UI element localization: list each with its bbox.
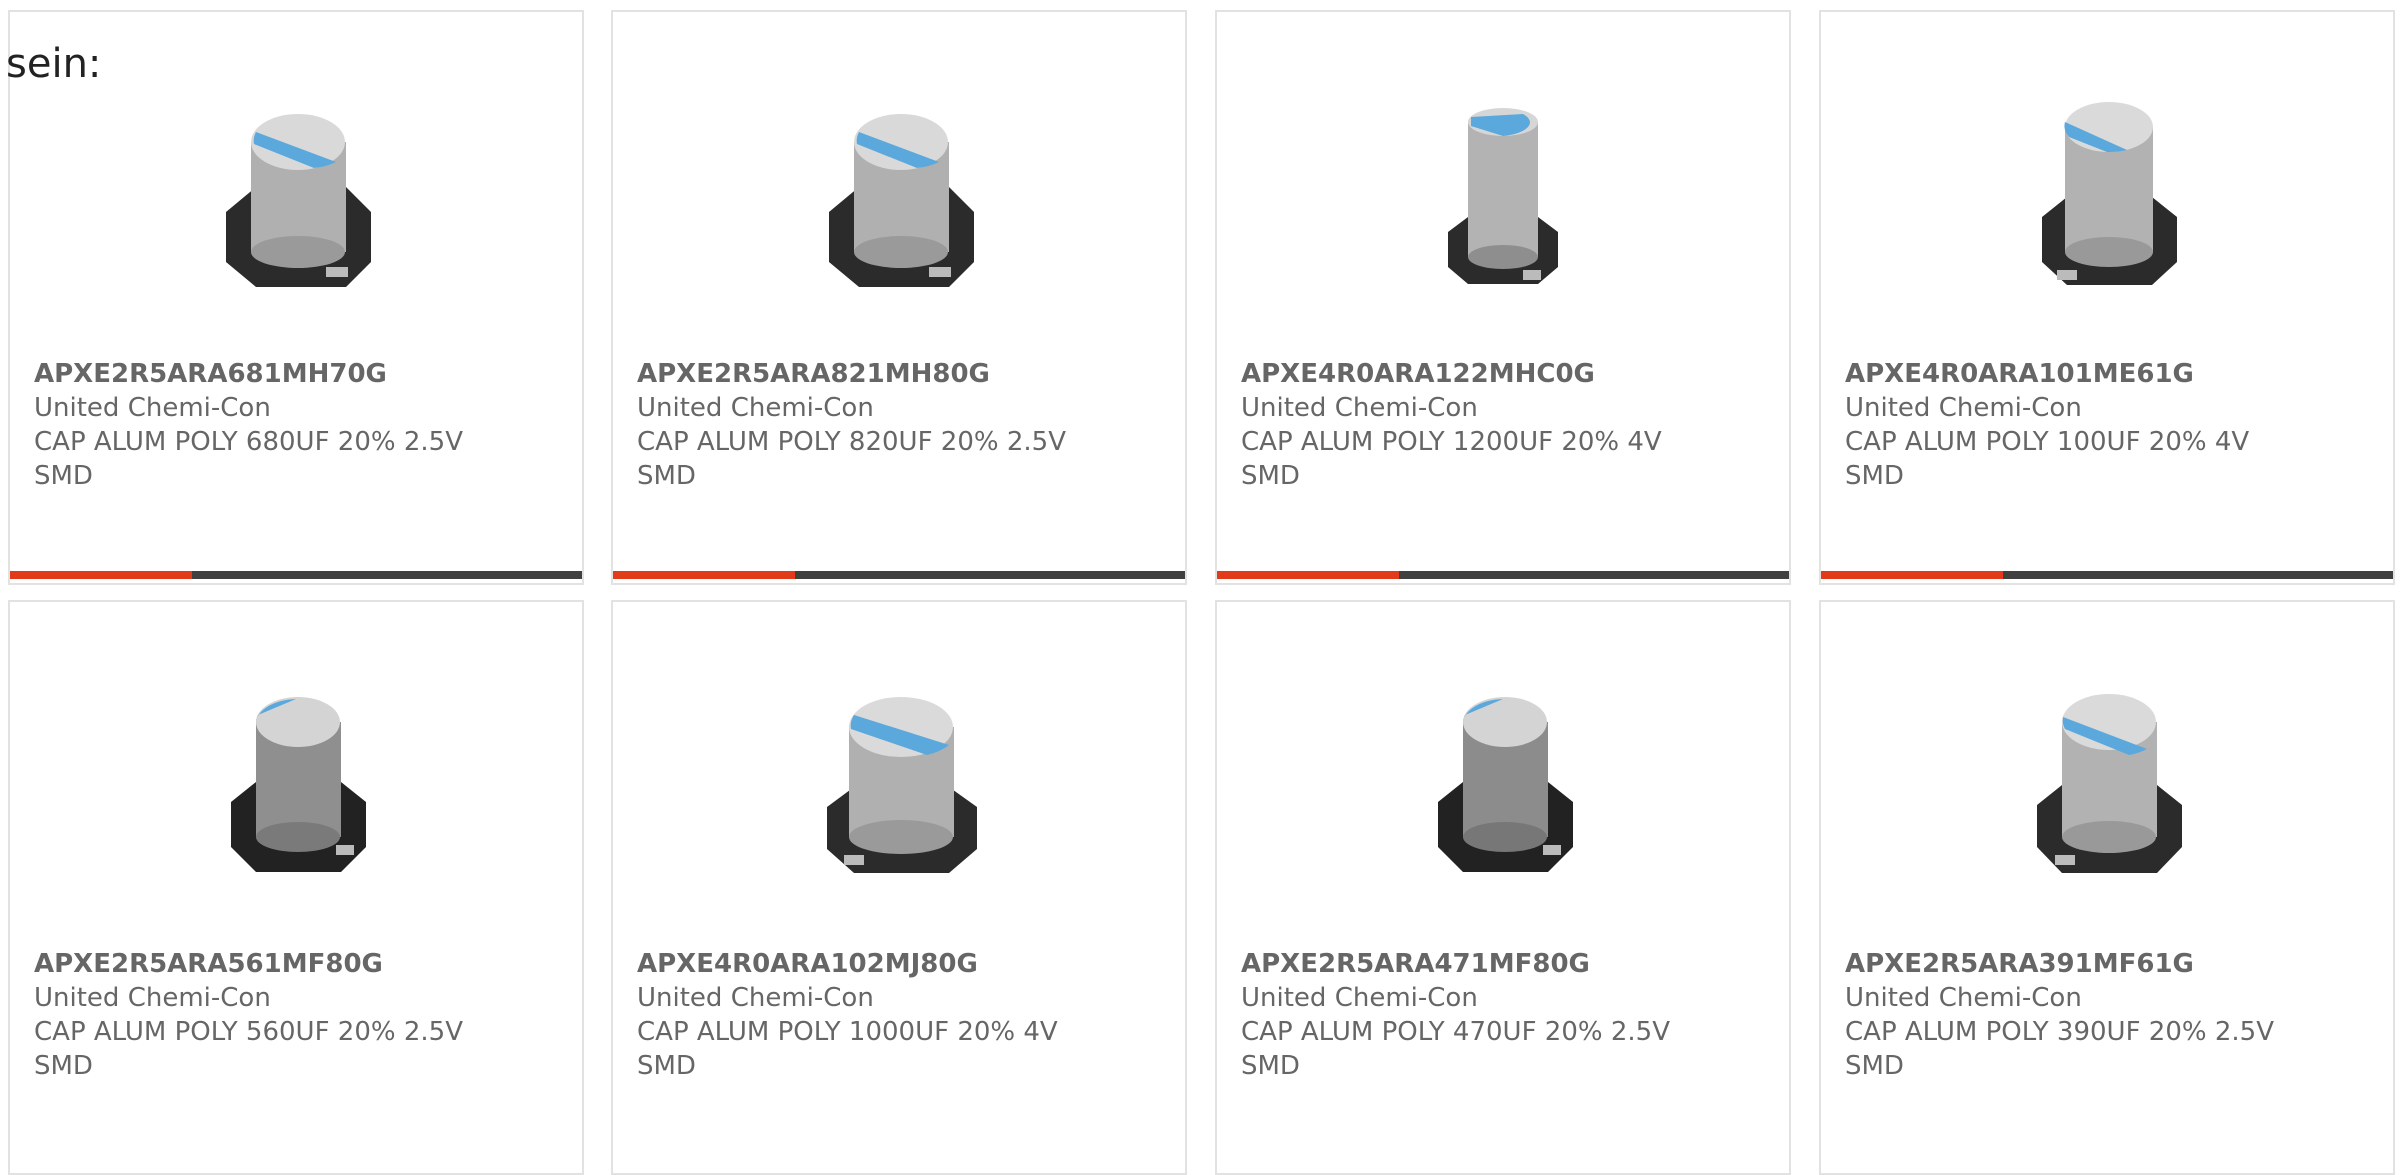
manufacturer: United Chemi-Con [637, 983, 874, 1013]
package: SMD [34, 461, 93, 491]
product-image[interactable] [1821, 87, 2393, 297]
description: CAP ALUM POLY 820UF 20% 2.5V [637, 427, 1066, 457]
part-number[interactable]: APXE2R5ARA471MF80G [1241, 947, 1769, 981]
capacitor-image [2042, 102, 2177, 285]
part-number[interactable]: APXE2R5ARA561MF80G [34, 947, 562, 981]
card-accent-bar [613, 571, 795, 579]
product-image[interactable] [10, 672, 582, 882]
product-card[interactable]: APXE2R5ARA821MH80G United Chemi-Con CAP … [611, 10, 1187, 585]
description: CAP ALUM POLY 680UF 20% 2.5V [34, 427, 463, 457]
product-grid: APXE2R5ARA681MH70G United Chemi-Con CAP … [0, 0, 2400, 1175]
card-footer-bar [1821, 571, 2393, 579]
product-card[interactable]: APXE2R5ARA471MF80G United Chemi-Con CAP … [1215, 600, 1791, 1175]
package: SMD [1241, 461, 1300, 491]
description: CAP ALUM POLY 390UF 20% 2.5V [1845, 1017, 2274, 1047]
description: CAP ALUM POLY 1000UF 20% 4V [637, 1017, 1058, 1047]
card-footer-bar [1217, 571, 1789, 579]
product-card[interactable]: APXE2R5ARA391MF61G United Chemi-Con CAP … [1819, 600, 2395, 1175]
description: CAP ALUM POLY 470UF 20% 2.5V [1241, 1017, 1670, 1047]
manufacturer: United Chemi-Con [34, 983, 271, 1013]
capacitor-image [226, 114, 371, 287]
card-accent-bar [1821, 571, 2003, 579]
product-image[interactable] [1217, 87, 1789, 297]
part-number[interactable]: APXE2R5ARA681MH70G [34, 357, 562, 391]
product-image[interactable] [613, 87, 1185, 297]
manufacturer: United Chemi-Con [1845, 393, 2082, 423]
product-card[interactable]: APXE2R5ARA681MH70G United Chemi-Con CAP … [8, 10, 584, 585]
package: SMD [34, 1051, 93, 1081]
product-card[interactable]: APXE4R0ARA122MHC0G United Chemi-Con CAP … [1215, 10, 1791, 585]
package: SMD [1241, 1051, 1300, 1081]
product-image[interactable] [10, 87, 582, 297]
package: SMD [1845, 1051, 1904, 1081]
manufacturer: United Chemi-Con [1845, 983, 2082, 1013]
card-accent-bar [1217, 571, 1399, 579]
part-number[interactable]: APXE4R0ARA101ME61G [1845, 357, 2373, 391]
package: SMD [1845, 461, 1904, 491]
intro-text: sein: [6, 41, 102, 87]
part-number[interactable]: APXE2R5ARA821MH80G [637, 357, 1165, 391]
capacitor-image [1438, 697, 1573, 872]
package: SMD [637, 1051, 696, 1081]
product-card[interactable]: APXE2R5ARA561MF80G United Chemi-Con CAP … [8, 600, 584, 1175]
part-number[interactable]: APXE4R0ARA122MHC0G [1241, 357, 1769, 391]
product-image[interactable] [613, 672, 1185, 882]
product-image[interactable] [1217, 672, 1789, 882]
manufacturer: United Chemi-Con [1241, 983, 1478, 1013]
product-image[interactable] [1821, 672, 2393, 882]
part-number[interactable]: APXE4R0ARA102MJ80G [637, 947, 1165, 981]
card-footer-bar [613, 571, 1185, 579]
description: CAP ALUM POLY 560UF 20% 2.5V [34, 1017, 463, 1047]
manufacturer: United Chemi-Con [637, 393, 874, 423]
capacitor-image [829, 114, 974, 287]
description: CAP ALUM POLY 1200UF 20% 4V [1241, 427, 1662, 457]
manufacturer: United Chemi-Con [34, 393, 271, 423]
capacitor-image [2037, 694, 2182, 873]
description: CAP ALUM POLY 100UF 20% 4V [1845, 427, 2250, 457]
product-card[interactable]: APXE4R0ARA101ME61G United Chemi-Con CAP … [1819, 10, 2395, 585]
capacitor-image [827, 697, 977, 873]
card-accent-bar [10, 571, 192, 579]
manufacturer: United Chemi-Con [1241, 393, 1478, 423]
card-footer-bar [10, 571, 582, 579]
package: SMD [637, 461, 696, 491]
product-card[interactable]: APXE4R0ARA102MJ80G United Chemi-Con CAP … [611, 600, 1187, 1175]
capacitor-image [1448, 108, 1558, 284]
capacitor-image [231, 697, 366, 872]
part-number[interactable]: APXE2R5ARA391MF61G [1845, 947, 2373, 981]
